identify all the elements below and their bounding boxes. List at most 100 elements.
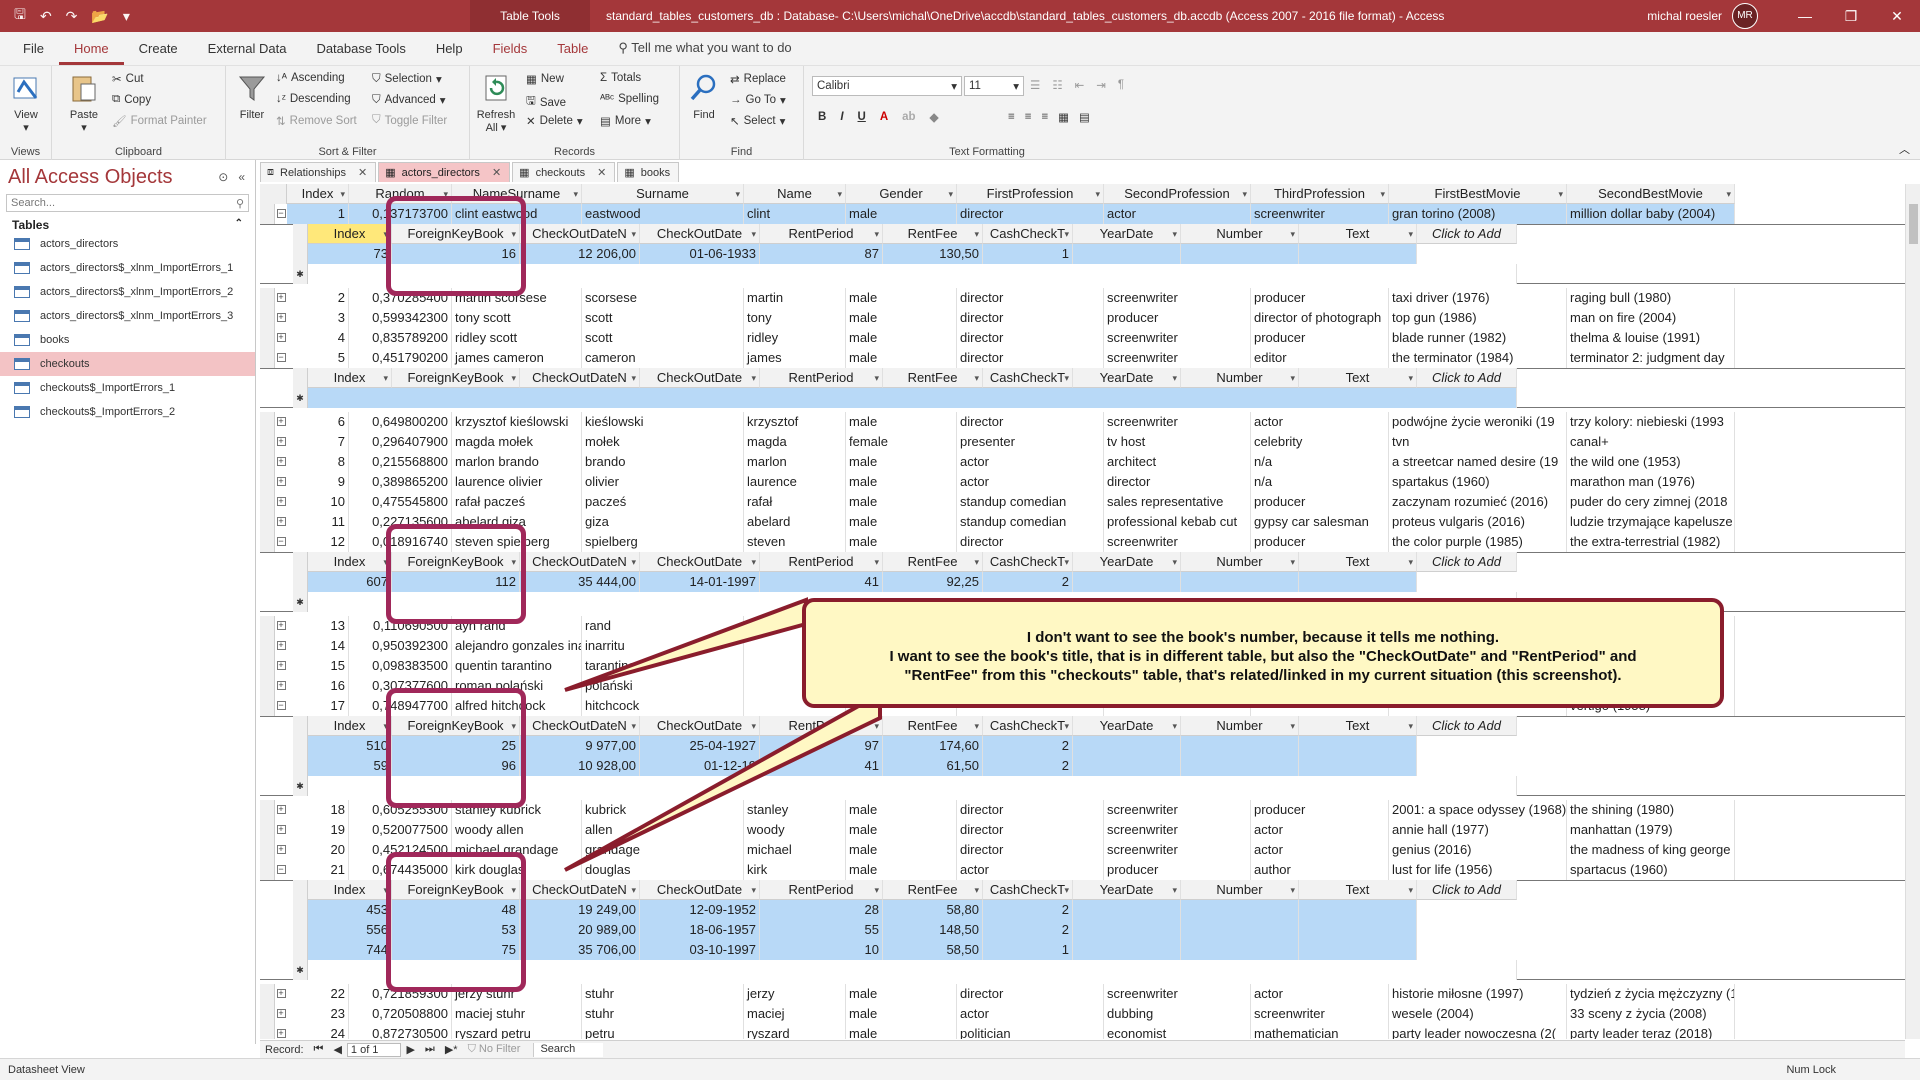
indent-decrease-icon[interactable]: ⇤ [1075,78,1085,92]
cell-firstbestmovie[interactable]: gran torino (2008) [1389,204,1567,224]
cell-thirdprofession[interactable]: actor [1251,412,1389,432]
cell-thirdprofession[interactable]: editor [1251,348,1389,368]
sub-cell-rentfee[interactable]: 174,60 [883,736,983,756]
cell-surname[interactable]: kubrick [582,800,744,820]
cell-surname[interactable]: brando [582,452,744,472]
expand-icon[interactable]: + [275,308,287,328]
cell-firstbestmovie[interactable]: the color purple (1985) [1389,532,1567,552]
sub-column-header-number[interactable]: Number [1181,880,1299,900]
cell-name[interactable]: magda [744,432,846,452]
sub-cell-cashcheckt[interactable]: 1 [983,940,1073,960]
close-icon[interactable]: ✕ [597,166,606,179]
record-selector[interactable] [260,984,275,1004]
cell-firstbestmovie[interactable]: wesele (2004) [1389,1004,1567,1024]
sub-column-header-foreignkeybook[interactable]: ForeignKeyBook [392,368,520,388]
cell-index[interactable]: 10 [287,492,349,512]
sub-cell-checkoutdaten[interactable]: 10 928,00 [520,756,640,776]
cell-firstprofession[interactable]: director [957,984,1104,1004]
doctab-relationships[interactable]: ⧈ Relationships ✕ [260,162,377,182]
cell-secondprofession[interactable]: screenwriter [1104,840,1251,860]
sub-column-header-rentperiod[interactable]: RentPeriod [760,880,883,900]
sub-cell-rentfee[interactable]: 92,25 [883,572,983,592]
sub-cell-index[interactable]: 607 [308,572,392,592]
cell-secondbestmovie[interactable]: ludzie trzymające kapelusze [1567,512,1735,532]
cell-secondprofession[interactable]: producer [1104,860,1251,880]
cell-index[interactable]: 7 [287,432,349,452]
paste-button[interactable]: Paste ▾ [66,72,102,134]
collapse-icon[interactable]: − [275,532,287,552]
cell-gender[interactable]: male [846,532,957,552]
sub-cell-cashcheckt[interactable]: 2 [983,736,1073,756]
cell-firstprofession[interactable]: actor [957,1004,1104,1024]
replace-button[interactable]: ⇄ Replace [730,72,786,86]
cell-name[interactable]: steven [744,532,846,552]
record-selector[interactable] [260,328,275,348]
cell-secondprofession[interactable]: screenwriter [1104,800,1251,820]
record-selector[interactable] [260,656,275,676]
sub-cell-number[interactable] [1181,756,1299,776]
sub-column-header-cashcheckt[interactable]: CashCheckT [983,552,1073,572]
sub-column-header-rentfee[interactable]: RentFee [883,716,983,736]
cell-gender[interactable]: male [846,800,957,820]
cell-index[interactable]: 23 [287,1004,349,1024]
cell-secondbestmovie[interactable]: manhattan (1979) [1567,820,1735,840]
record-selector[interactable] [260,820,275,840]
sub-column-header-yeardate[interactable]: YearDate [1073,552,1181,572]
cell-namesurname[interactable]: ryszard petru [452,1024,582,1039]
cell-index[interactable]: 17 [287,696,349,716]
expand-icon[interactable]: + [275,452,287,472]
sub-column-header-yeardate[interactable]: YearDate [1073,224,1181,244]
cell-surname[interactable]: allen [582,820,744,840]
sub-column-header-checkoutdaten[interactable]: CheckOutDateN [520,716,640,736]
tell-me-search[interactable]: ⚲ Tell me what you want to do [603,40,806,65]
column-header-index[interactable]: Index [287,184,349,204]
cell-gender[interactable]: male [846,492,957,512]
sub-record-selector[interactable] [293,244,308,264]
cell-firstbestmovie[interactable]: genius (2016) [1389,840,1567,860]
cell-firstprofession[interactable]: actor [957,860,1104,880]
sub-cell-checkoutdate[interactable]: 03-10-1997 [640,940,760,960]
record-selector[interactable] [260,288,275,308]
cell-secondbestmovie[interactable]: terminator 2: judgment day [1567,348,1735,368]
sub-column-header-text[interactable]: Text [1299,880,1417,900]
cell-name[interactable]: jerzy [744,984,846,1004]
sub-cell-text[interactable] [1299,756,1417,776]
record-selector[interactable] [260,616,275,636]
sub-cell-checkoutdate[interactable]: 25-04-1927 [640,736,760,756]
cell-gender[interactable]: male [846,308,957,328]
column-header-surname[interactable]: Surname [582,184,744,204]
last-record-icon[interactable]: ⏭ [420,1043,440,1056]
sub-cell-checkoutdate[interactable]: 01-12-19 [640,756,760,776]
cell-firstbestmovie[interactable]: a streetcar named desire (19 [1389,452,1567,472]
cell-firstprofession[interactable]: director [957,840,1104,860]
table-row[interactable]: −5 0,451790200 james cameron cameron james ma… [260,348,1735,368]
cell-gender[interactable]: male [846,328,957,348]
sub-column-header-checkoutdaten[interactable]: CheckOutDateN [520,552,640,572]
sub-cell-text[interactable] [1299,572,1417,592]
expand-icon[interactable]: + [275,800,287,820]
new-record-cell[interactable] [308,388,1517,408]
sub-column-header-index[interactable]: Index [308,716,392,736]
cell-index[interactable]: 18 [287,800,349,820]
sub-cell-rentperiod[interactable]: 10 [760,940,883,960]
nav-table-item[interactable]: actors_directors$_xlnm_ImportErrors_2 [0,280,255,304]
cell-namesurname[interactable]: krzysztof kieślowski [452,412,582,432]
refresh-all-button[interactable]: Refresh All ▾ [476,72,516,134]
cell-thirdprofession[interactable]: celebrity [1251,432,1389,452]
cell-firstprofession[interactable]: director [957,412,1104,432]
align-center-icon[interactable]: ≡ [1025,111,1032,123]
cell-namesurname[interactable]: laurence olivier [452,472,582,492]
sub-cell-cashcheckt[interactable]: 1 [983,244,1073,264]
sub-cell-cashcheckt[interactable]: 2 [983,920,1073,940]
cell-gender[interactable]: male [846,288,957,308]
cell-gender[interactable]: male [846,860,957,880]
first-record-icon[interactable]: ⏮ [309,1043,329,1056]
next-record-icon[interactable]: ▶ [401,1043,419,1056]
sub-cell-rentfee[interactable]: 148,50 [883,920,983,940]
gridlines-icon[interactable]: ▦ [1058,110,1069,124]
cell-surname[interactable]: hitchcock [582,696,744,716]
cell-secondprofession[interactable]: architect [1104,452,1251,472]
sub-column-header-click-to-add[interactable]: Click to Add [1417,880,1517,900]
record-selector[interactable] [260,452,275,472]
cell-secondprofession[interactable]: screenwriter [1104,288,1251,308]
